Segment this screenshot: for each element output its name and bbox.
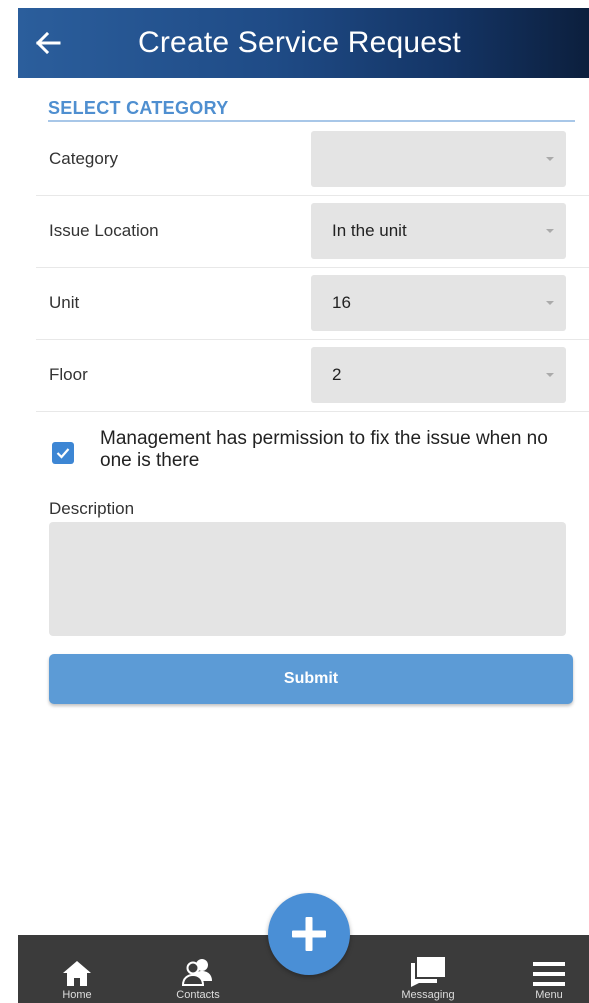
chevron-down-icon	[546, 300, 554, 305]
nav-messaging-label: Messaging	[401, 989, 455, 1001]
unit-label: Unit	[49, 292, 80, 312]
issue-location-value: In the unit	[332, 220, 407, 240]
hamburger-menu-icon	[533, 962, 565, 986]
plus-icon	[292, 917, 326, 951]
chevron-down-icon	[546, 228, 554, 233]
nav-home-label: Home	[62, 989, 92, 1001]
page-title: Create Service Request	[138, 26, 461, 59]
chevron-down-icon	[546, 372, 554, 377]
checkmark-icon	[56, 448, 70, 459]
floor-value: 2	[332, 364, 342, 384]
category-select[interactable]	[311, 130, 566, 187]
section-title: SELECT CATEGORY	[48, 98, 229, 118]
arrow-left-icon	[35, 32, 61, 54]
nav-menu[interactable]: Menu	[521, 935, 577, 1003]
nav-contacts[interactable]: Contacts	[163, 935, 233, 1003]
chevron-down-icon	[546, 156, 554, 161]
issue-location-row: Issue Location In the unit	[36, 194, 589, 268]
nav-messaging[interactable]: Messaging	[387, 935, 469, 1003]
permission-checkbox[interactable]	[52, 442, 74, 464]
nav-contacts-label: Contacts	[176, 989, 220, 1001]
permission-row: Management has permission to fix the iss…	[52, 428, 582, 480]
nav-menu-label: Menu	[535, 989, 563, 1001]
nav-home[interactable]: Home	[46, 935, 108, 1003]
messaging-icon	[411, 957, 445, 987]
category-row: Category	[36, 122, 589, 196]
description-label: Description	[49, 499, 135, 518]
submit-button[interactable]: Submit	[49, 654, 573, 704]
app-header: Create Service Request	[18, 8, 589, 78]
floor-label: Floor	[49, 364, 88, 384]
issue-location-label: Issue Location	[49, 220, 159, 240]
section-header: SELECT CATEGORY	[48, 96, 575, 122]
home-icon	[63, 961, 91, 986]
permission-text: Management has permission to fix the iss…	[100, 428, 548, 471]
contacts-icon	[181, 959, 212, 986]
back-button[interactable]	[18, 8, 78, 78]
submit-label: Submit	[283, 670, 339, 687]
unit-value: 16	[332, 292, 351, 312]
unit-select[interactable]: 16	[311, 274, 566, 331]
category-label: Category	[49, 148, 118, 168]
floor-select[interactable]: 2	[311, 346, 566, 403]
add-request-fab[interactable]	[268, 893, 350, 975]
description-textarea[interactable]	[49, 522, 566, 636]
unit-row: Unit 16	[36, 266, 589, 340]
floor-row: Floor 2	[36, 338, 589, 412]
issue-location-select[interactable]: In the unit	[311, 202, 566, 259]
